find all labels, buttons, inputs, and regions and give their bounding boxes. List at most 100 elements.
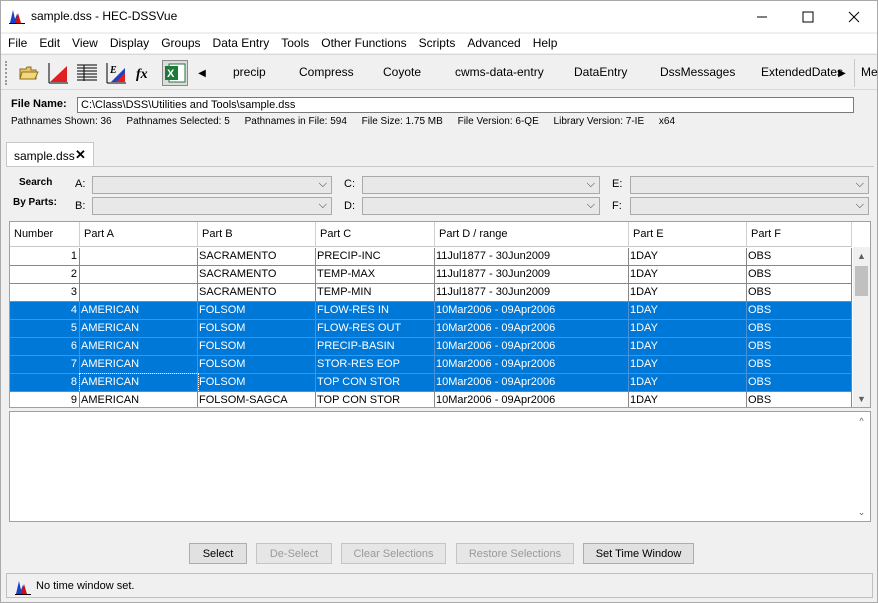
menu-other-functions[interactable]: Other Functions [315, 34, 412, 53]
list-scrollbar[interactable]: ^ ⌄ [853, 412, 870, 521]
cell-part-f: OBS [747, 338, 852, 356]
file-name-field[interactable]: C:\Class\DSS\Utilities and Tools\sample.… [77, 97, 854, 113]
table-row[interactable]: 2 SACRAMENTO TEMP-MAX 11Jul1877 - 30Jun2009… [10, 266, 852, 284]
maximize-button[interactable] [785, 1, 831, 32]
toolbar: E fx X ◀ precip Compress Coyote cwms-dat… [1, 54, 878, 90]
col-header-part-f[interactable]: Part F [747, 222, 852, 247]
table-row[interactable]: 7 AMERICAN FOLSOM STOR-RES EOP 10Mar2006 - 0… [10, 356, 852, 374]
file-size: File Size: 1.75 MB [361, 116, 443, 127]
part-b-select[interactable]: ⌵ [92, 197, 332, 215]
cell-part-b: SACRAMENTO [198, 266, 316, 284]
menu-data-entry[interactable]: Data Entry [207, 34, 276, 53]
excel-button[interactable]: X [162, 60, 188, 86]
menu-groups[interactable]: Groups [155, 34, 206, 53]
script-precip[interactable]: precip [233, 65, 266, 79]
selected-pathnames-list[interactable]: ^ ⌄ [9, 411, 871, 522]
chevron-down-icon: ⌵ [318, 199, 327, 211]
scroll-up-icon[interactable]: ^ [853, 412, 870, 429]
open-folder-button[interactable] [16, 60, 42, 86]
pathnames-in-file: Pathnames in File: 594 [244, 116, 347, 127]
cell-part-e: 1DAY [629, 266, 747, 284]
part-d-label: D: [344, 200, 355, 212]
table-row[interactable]: 8 AMERICAN FOLSOM TOP CON STOR 10Mar2006 - 0… [10, 373, 852, 393]
menu-scripts[interactable]: Scripts [413, 34, 462, 53]
script-cwms-data-entry[interactable]: cwms-data-entry [455, 65, 544, 79]
script-dssmessages[interactable]: DssMessages [660, 65, 735, 79]
cell-part-f: OBS [747, 266, 852, 284]
scrollbar-thumb[interactable] [855, 266, 868, 296]
scroll-up-icon[interactable]: ▲ [853, 247, 870, 264]
script-me[interactable]: Me [861, 65, 878, 79]
app-window: sample.dss - HEC-DSSVue File Edit View D… [0, 0, 878, 603]
scroll-down-icon[interactable]: ⌄ [853, 504, 870, 521]
excel-icon: X [165, 63, 186, 83]
part-f-select[interactable]: ⌵ [630, 197, 869, 215]
col-header-part-d[interactable]: Part D / range [435, 222, 629, 247]
table-row[interactable]: 4 AMERICAN FOLSOM FLOW-RES IN 10Mar2006 - 09… [10, 302, 852, 320]
architecture: x64 [658, 116, 676, 127]
table-row[interactable]: 3 SACRAMENTO TEMP-MIN 11Jul1877 - 30Jun2009… [10, 284, 852, 302]
script-compress[interactable]: Compress [299, 65, 354, 79]
col-header-number[interactable]: Number [10, 222, 80, 247]
scroll-left-button[interactable]: ◀ [197, 65, 207, 81]
scroll-down-icon[interactable]: ▼ [853, 390, 870, 407]
toolbar-grip[interactable] [5, 61, 9, 85]
col-header-part-c[interactable]: Part C [316, 222, 435, 247]
set-time-window-button[interactable]: Set Time Window [583, 543, 694, 564]
cell-part-b: FOLSOM [198, 374, 316, 392]
cell-part-d: 11Jul1877 - 30Jun2009 [435, 248, 629, 266]
menu-display[interactable]: Display [104, 34, 155, 53]
menu-help[interactable]: Help [527, 34, 564, 53]
clear-selections-button[interactable]: Clear Selections [341, 543, 446, 564]
menu-edit[interactable]: Edit [33, 34, 66, 53]
minimize-icon [757, 16, 767, 17]
deselect-button[interactable]: De-Select [256, 543, 332, 564]
svg-text:fx: fx [136, 67, 148, 82]
svg-text:X: X [167, 68, 175, 80]
col-header-part-a[interactable]: Part A [80, 222, 198, 247]
status-bar: No time window set. [6, 573, 873, 598]
cell-part-a: AMERICAN [80, 392, 198, 407]
table-scrollbar[interactable]: ▲ ▼ [853, 247, 870, 407]
minimize-button[interactable] [739, 1, 785, 32]
part-c-select[interactable]: ⌵ [362, 176, 600, 194]
restore-selections-button[interactable]: Restore Selections [456, 543, 574, 564]
table-row[interactable]: 5 AMERICAN FOLSOM FLOW-RES OUT 10Mar2006 - 0… [10, 320, 852, 338]
part-e-select[interactable]: ⌵ [630, 176, 869, 194]
tab-close-icon[interactable]: ✕ [75, 147, 86, 163]
cell-part-b: FOLSOM [198, 302, 316, 320]
cell-part-e: 1DAY [629, 374, 747, 392]
script-extendeddates[interactable]: ExtendedDates [761, 65, 843, 79]
select-button[interactable]: Select [189, 543, 247, 564]
table-row[interactable]: 6 AMERICAN FOLSOM PRECIP-BASIN 10Mar2006 - 0… [10, 338, 852, 356]
menu-view[interactable]: View [66, 34, 104, 53]
script-coyote[interactable]: Coyote [383, 65, 421, 79]
cell-number: 5 [10, 320, 80, 338]
cell-part-a [80, 248, 198, 266]
part-a-select[interactable]: ⌵ [92, 176, 332, 194]
part-d-select[interactable]: ⌵ [362, 197, 600, 215]
scroll-right-button[interactable]: ▶ [837, 65, 847, 81]
table-row[interactable]: 1 SACRAMENTO PRECIP-INC 11Jul1877 - 30Jun20… [10, 248, 852, 266]
chevron-down-icon: ⌵ [855, 178, 864, 190]
tab-sample-dss[interactable]: sample.dss ✕ [6, 142, 94, 167]
file-name-label: File Name: [11, 98, 67, 110]
table-row[interactable]: 9 AMERICAN FOLSOM-SAGCA TOP CON STOR 10Mar20… [10, 392, 852, 407]
cell-part-c: TEMP-MIN [316, 284, 435, 302]
col-header-part-b[interactable]: Part B [198, 222, 316, 247]
menu-tools[interactable]: Tools [275, 34, 315, 53]
script-dataentry[interactable]: DataEntry [574, 65, 627, 79]
math-button[interactable]: E [103, 60, 129, 86]
menu-advanced[interactable]: Advanced [461, 34, 526, 53]
tabulate-button[interactable] [74, 60, 100, 86]
cell-part-d: 10Mar2006 - 09Apr2006 [435, 302, 629, 320]
menu-file[interactable]: File [1, 34, 33, 53]
function-button[interactable]: fx [132, 60, 158, 86]
cell-part-a [80, 266, 198, 284]
col-header-part-e[interactable]: Part E [629, 222, 747, 247]
chevron-down-icon: ⌵ [586, 178, 595, 190]
plot-button[interactable] [45, 60, 71, 86]
close-button[interactable] [831, 1, 877, 32]
part-e-label: E: [612, 178, 623, 190]
cell-part-b: FOLSOM [198, 338, 316, 356]
